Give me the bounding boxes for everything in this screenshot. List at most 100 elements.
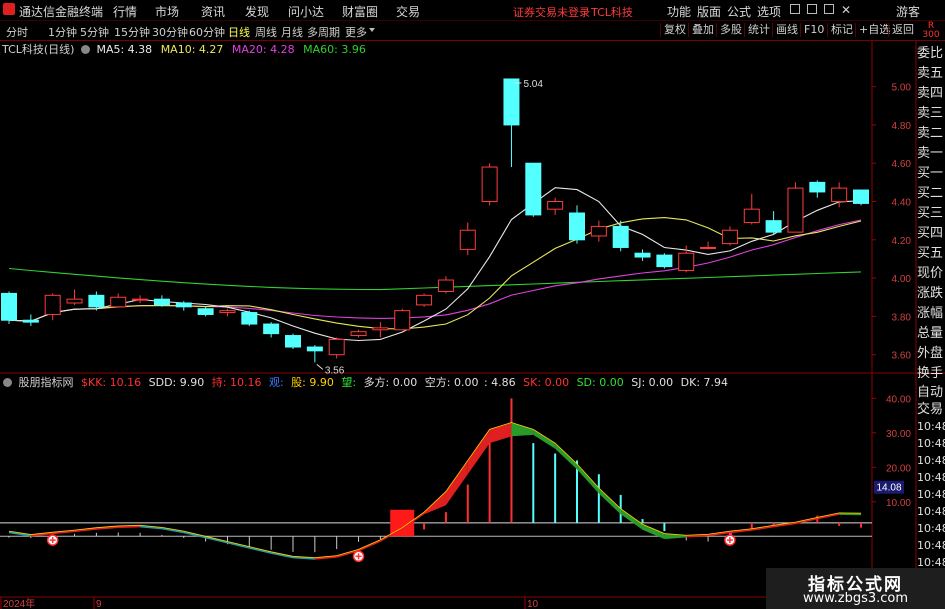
period-15min-tab[interactable]: 15分钟 [114,24,150,40]
menu-formula[interactable]: 公式 [727,3,751,20]
candle-body [765,220,782,233]
menu-function[interactable]: 功能 [667,3,691,20]
candle-body [743,208,760,224]
ribbon-segment [467,429,490,475]
candle-body [787,187,804,233]
multi-stock-button[interactable]: 多股 [716,23,745,37]
candle-body [175,302,192,308]
quote-label: 委比 [917,46,944,61]
period-60min-tab[interactable]: 60分钟 [189,24,225,40]
menu-discover[interactable]: 发现 [245,3,269,20]
candle-body [241,312,258,325]
quote-label: 买四 [917,226,944,241]
restore-icon[interactable] [824,4,834,14]
stock-tag: TCL科技 [591,6,633,19]
stock-name: TCL科技(日线) [2,43,75,56]
quote-label: 现价 [917,266,944,281]
menu-trade[interactable]: 交易 [396,3,420,20]
candle-body [306,346,323,352]
indicator-kk: $KK: 10.16 [81,376,142,389]
ribbon-segment [642,524,665,540]
stats-button[interactable]: 统计 [744,23,773,37]
indicator-bull: 多方: 0.00 [363,376,418,389]
f10-button[interactable]: F10 [800,23,827,37]
candle-body [350,331,367,337]
overlay-button[interactable]: 叠加 [688,23,717,37]
ma60-label: MA60: 3.96 [303,43,366,56]
quote-label: 卖一 [917,146,944,161]
quote-label: 换手 [917,366,944,380]
menu-quotes[interactable]: 行情 [113,3,137,20]
candle-body [634,252,651,258]
ma10-label: MA10: 4.27 [160,43,224,56]
quote-label: 外盘 [917,346,944,361]
period-weekly-tab[interactable]: 周线 [255,24,277,40]
ribbon-segment [445,460,468,506]
adjust-button[interactable]: 复权 [660,23,689,37]
login-notice[interactable]: 证券交易未登录 [513,4,590,20]
app-title: 通达信金融终端 [19,5,104,19]
candle-body [416,294,433,306]
quote-label: 买一 [917,166,944,181]
candle-body [656,254,673,268]
period-monthly-tab[interactable]: 月线 [281,24,303,40]
auto-trade-label[interactable]: 交易 [917,401,945,418]
period-more-arrow-icon[interactable] [369,28,375,32]
minimize-icon[interactable] [790,4,800,14]
current-value-label: 14.08 [876,483,901,494]
menu-news[interactable]: 资讯 [201,3,225,20]
menu-market[interactable]: 市场 [155,3,179,20]
menu-wealth[interactable]: 财富圈 [342,3,378,20]
tick-time: 10:48 [917,420,945,433]
close-icon[interactable]: ✕ [841,3,851,17]
tick-time: 10:48 [917,556,945,568]
ribbon-segment [577,463,599,494]
user-label[interactable]: 游客 [896,3,920,20]
high-price-label: 5.04 [523,79,543,90]
info-dropdown-icon[interactable] [80,45,90,54]
price-tick-label: 3.80 [892,312,912,323]
indicator-dk: DK: 7.94 [680,376,729,389]
price-tick-label: 4.60 [892,159,912,170]
ma5-line [8,187,862,342]
indicator-name: 股朋指标网 [18,376,74,389]
date-tick-label: 9 [96,599,102,609]
menu-options[interactable]: 选项 [757,3,781,20]
candle-body [612,225,629,248]
period-more-tab[interactable]: 更多 [345,24,367,40]
menu-layout[interactable]: 版面 [697,3,721,20]
back-button[interactable]: 返回 [888,23,917,37]
candle-body [394,310,411,331]
auto-trade-label[interactable]: 自动 [917,384,945,401]
candle-body [569,212,585,241]
period-intraday-tab[interactable]: 分时 [6,24,28,40]
draw-line-button[interactable]: 画线 [772,23,801,37]
candle-body [219,310,236,314]
period-1min-tab[interactable]: 1分钟 [48,24,77,40]
maximize-icon[interactable] [807,4,817,14]
indicator-watch: 观: [268,376,288,389]
trade-tick-panel: 自动 交易 10:48 10:48 10:48 10:48 10:48 10:4… [917,384,945,568]
price-tick-label: 4.40 [892,198,912,209]
candle-body [372,327,389,331]
tick-time: 10:48 [917,539,945,552]
indicator-sdd: SDD: 9.90 [148,376,205,389]
watermark-url: www.zbgs3.com [802,591,909,606]
indicator-hope: 望: [341,376,360,389]
sub-tick-label: 20.00 [886,463,911,474]
candle-body [700,246,717,249]
indicator-dropdown-icon[interactable] [3,378,12,387]
bookmark-button[interactable]: 标记 [827,23,856,37]
period-daily-tab[interactable]: 日线 [228,24,250,40]
menu-ask[interactable]: 问小达 [288,3,324,20]
period-multi-tab[interactable]: 多周期 [307,24,340,40]
tick-time: 10:48 [917,454,945,467]
chart-area[interactable]: 5.004.804.604.404.204.003.803.60 5.043.5… [0,40,945,609]
sub-tick-label: 40.00 [886,394,911,405]
candle-body [525,162,542,216]
period-30min-tab[interactable]: 30分钟 [152,24,188,40]
candle-body [721,229,738,245]
indicator-stock: 股: 9.90 [291,376,334,389]
period-5min-tab[interactable]: 5分钟 [80,24,109,40]
menu-bar: 通达信金融终端 行情 市场 资讯 发现 问小达 财富圈 交易 证券交易未登录 T… [0,0,945,21]
